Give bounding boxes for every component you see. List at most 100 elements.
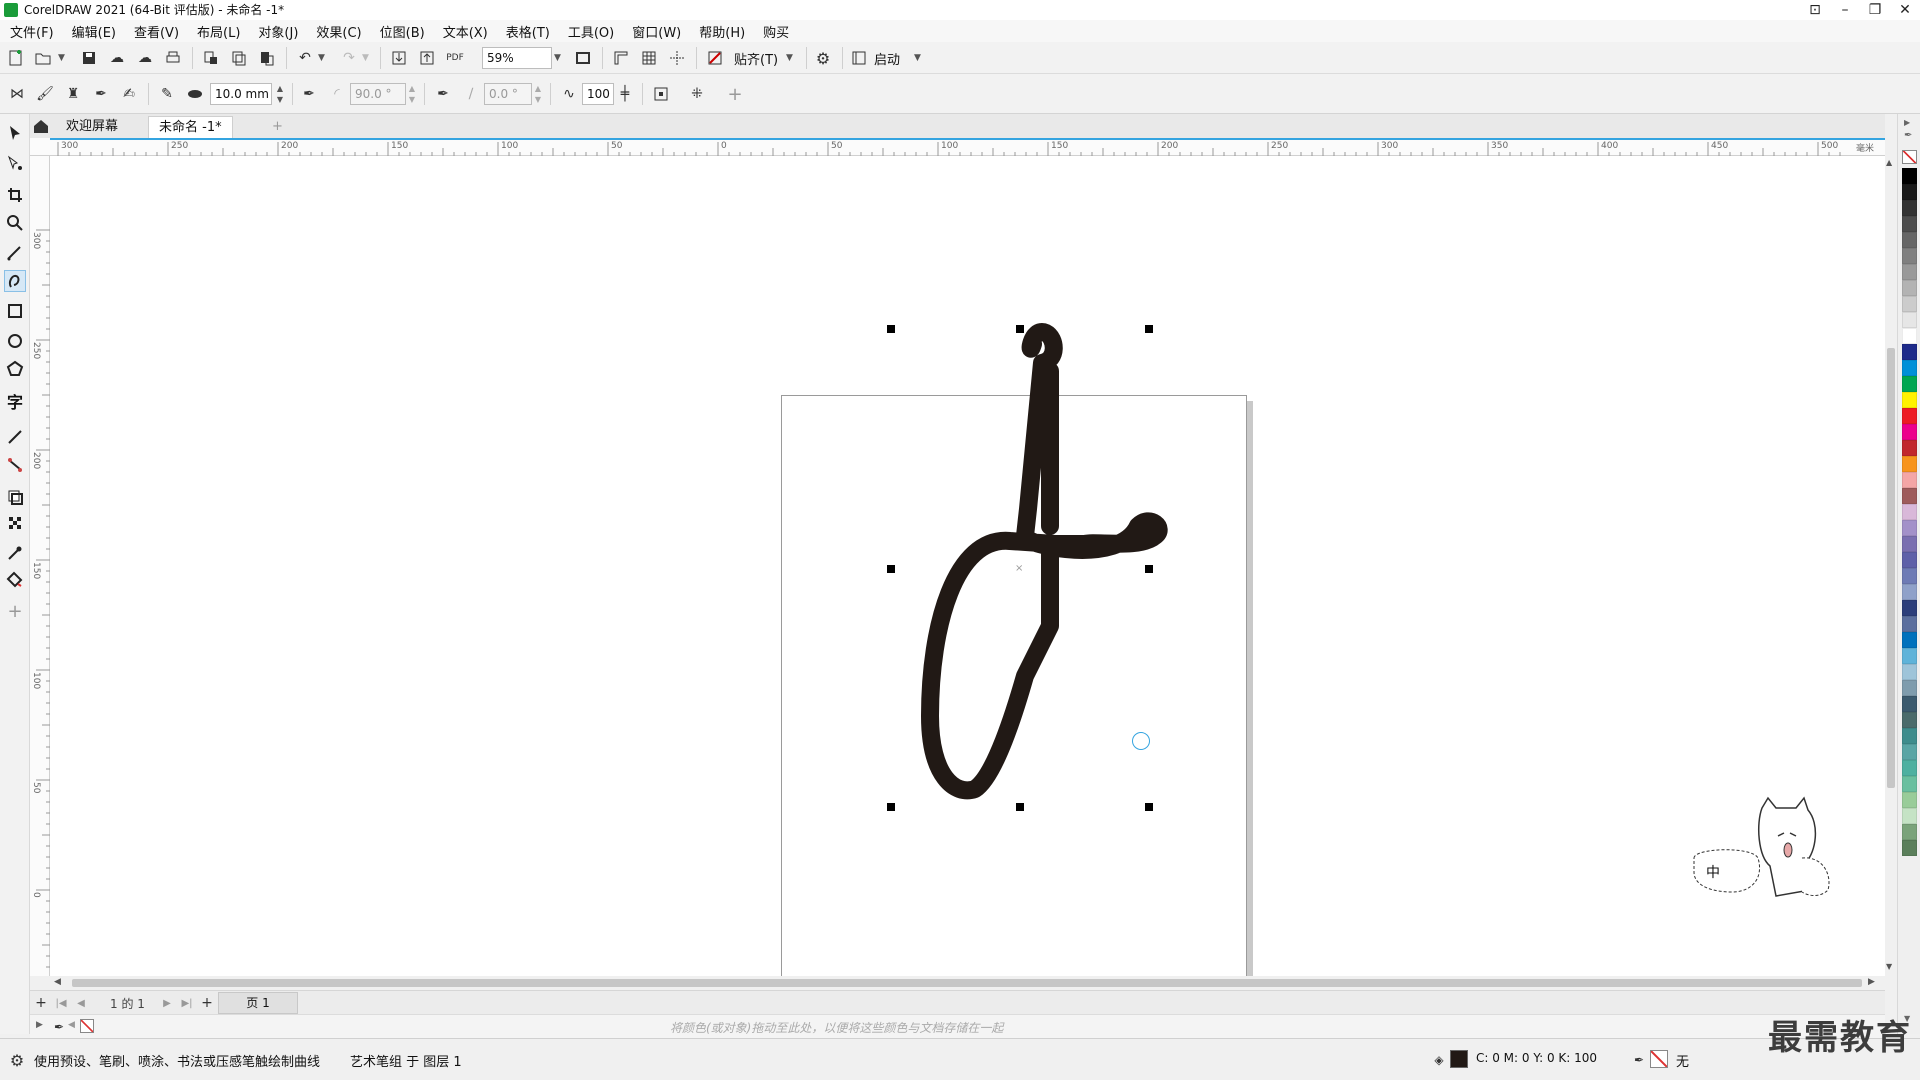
save-icon[interactable]	[78, 47, 100, 69]
next-page-icon[interactable]: ▶	[156, 992, 178, 1014]
menu-layout[interactable]: 布局(L)	[197, 22, 240, 41]
palette-swatch[interactable]	[1902, 312, 1917, 328]
palette-expand-icon[interactable]: ▶	[36, 1020, 43, 1030]
sprayer-icon[interactable]: ♜	[62, 83, 84, 105]
paste-icon[interactable]	[256, 47, 278, 69]
palette-swatch[interactable]	[1902, 536, 1917, 552]
freehand-tool-icon[interactable]	[4, 242, 26, 264]
palette-swatch[interactable]	[1902, 248, 1917, 264]
menu-tools[interactable]: 工具(O)	[568, 22, 614, 41]
shape-tool-icon[interactable]	[4, 152, 26, 174]
palette-swatch[interactable]	[1902, 408, 1917, 424]
scroll-right-icon[interactable]: ▶	[1868, 977, 1875, 987]
show-guidelines-icon[interactable]	[666, 47, 688, 69]
redo-icon[interactable]: ↷	[338, 47, 360, 69]
smoothing-slider-icon[interactable]: ╪	[614, 83, 636, 105]
menu-help[interactable]: 帮助(H)	[699, 22, 745, 41]
palette-swatch[interactable]	[1902, 600, 1917, 616]
parallel-dimension-tool-icon[interactable]	[4, 426, 26, 448]
palette-swatch[interactable]	[1902, 376, 1917, 392]
palette-swatch[interactable]	[1902, 776, 1917, 792]
snap-off-icon[interactable]	[704, 47, 726, 69]
close-button[interactable]: ✕	[1890, 0, 1920, 20]
palette-eyedropper-icon[interactable]: ✒	[1904, 130, 1912, 141]
connector-tool-icon[interactable]	[4, 454, 26, 476]
palette-swatch[interactable]	[1902, 296, 1917, 312]
palette-swatch[interactable]	[1902, 840, 1917, 856]
palette-swatch[interactable]	[1902, 632, 1917, 648]
palette-up-icon[interactable]: ▶	[1904, 118, 1910, 127]
cloud-export-icon[interactable]: ☁	[134, 47, 156, 69]
chevron-down-icon[interactable]: ▼	[318, 53, 325, 63]
palette-swatch[interactable]	[1902, 344, 1917, 360]
vertical-scrollbar[interactable]: ▲ ▼	[1885, 156, 1897, 976]
scroll-up-icon[interactable]: ▲	[1886, 158, 1892, 167]
add-icon[interactable]: +	[724, 83, 746, 105]
drawing-canvas[interactable]: × 中	[50, 156, 1885, 1053]
angle-lock-icon[interactable]: ✒	[298, 83, 320, 105]
palette-swatch[interactable]	[1902, 664, 1917, 680]
stroke-width-icon[interactable]	[184, 83, 206, 105]
palette-swatch[interactable]	[1902, 728, 1917, 744]
nib-angle-spinner[interactable]: ▲ ▼	[532, 83, 544, 105]
chevron-down-icon[interactable]: ▼	[554, 53, 561, 63]
palette-swatch[interactable]	[1902, 360, 1917, 376]
calligraphy-icon[interactable]: ✒	[90, 83, 112, 105]
stroke-width-spinner[interactable]: ▲ ▼	[274, 83, 286, 105]
palette-swatch[interactable]	[1902, 792, 1917, 808]
ruler-origin[interactable]	[30, 138, 50, 156]
menu-bitmaps[interactable]: 位图(B)	[380, 22, 425, 41]
nib-angle-field[interactable]: 0.0 °	[484, 83, 532, 105]
vertical-scroll-thumb[interactable]	[1887, 348, 1895, 788]
outline-color-swatch[interactable]	[1650, 1050, 1668, 1068]
selection-handle[interactable]	[1145, 325, 1153, 333]
previous-page-icon[interactable]: ◀	[70, 992, 92, 1014]
palette-scroll-icon[interactable]: ◀	[68, 1020, 75, 1030]
selection-handle[interactable]	[1016, 325, 1024, 333]
crop-tool-icon[interactable]	[4, 184, 26, 206]
palette-swatch[interactable]	[1902, 584, 1917, 600]
selection-handle[interactable]	[887, 565, 895, 573]
smoothing-field[interactable]: 100	[582, 83, 614, 105]
palette-swatch[interactable]	[1902, 488, 1917, 504]
palette-swatch[interactable]	[1902, 200, 1917, 216]
palette-swatch[interactable]	[1902, 712, 1917, 728]
palette-swatch[interactable]	[1902, 824, 1917, 840]
launch-dropdown[interactable]: 启动	[874, 49, 900, 68]
full-screen-icon[interactable]	[572, 47, 594, 69]
scroll-left-icon[interactable]: ◀	[54, 977, 61, 987]
palette-swatch[interactable]	[1902, 216, 1917, 232]
scroll-down-icon[interactable]: ▼	[1886, 962, 1892, 971]
zoom-level-field[interactable]: 59%	[482, 47, 552, 69]
angle-spinner[interactable]: ▲ ▼	[406, 83, 418, 105]
palette-swatch[interactable]	[1902, 424, 1917, 440]
page-tab[interactable]: 页 1	[218, 992, 298, 1014]
palette-swatch[interactable]	[1902, 568, 1917, 584]
preset-stroke-icon[interactable]: ⋈	[6, 83, 28, 105]
options-gear-icon[interactable]: ⚙	[812, 47, 834, 69]
stroke-width-field[interactable]: 10.0 mm	[210, 83, 272, 105]
angle-field[interactable]: 90.0 °	[350, 83, 406, 105]
palette-swatch[interactable]	[1902, 552, 1917, 568]
export-icon[interactable]	[416, 47, 438, 69]
launch-icon[interactable]	[848, 47, 870, 69]
palette-swatch[interactable]	[1902, 808, 1917, 824]
home-icon[interactable]	[30, 115, 52, 137]
first-page-icon[interactable]: |◀	[50, 992, 72, 1014]
menu-view[interactable]: 查看(V)	[134, 22, 179, 41]
selection-handle[interactable]	[887, 325, 895, 333]
text-tool-icon[interactable]: 字	[4, 390, 26, 412]
polygon-tool-icon[interactable]	[4, 358, 26, 380]
palette-swatch[interactable]	[1902, 280, 1917, 296]
artistic-stroke[interactable]	[50, 156, 1885, 976]
palette-swatch[interactable]	[1902, 616, 1917, 632]
artistic-media-tool-icon[interactable]	[4, 270, 26, 292]
interactive-fill-tool-icon[interactable]	[4, 568, 26, 590]
add-tab-button[interactable]: +	[266, 116, 289, 138]
palette-swatch[interactable]	[1902, 456, 1917, 472]
transparency-tool-icon[interactable]	[4, 512, 26, 534]
rectangle-tool-icon[interactable]	[4, 300, 26, 322]
scale-stroke-icon[interactable]	[650, 83, 672, 105]
eyedropper-tool-icon[interactable]	[4, 542, 26, 564]
menu-effects[interactable]: 效果(C)	[316, 22, 361, 41]
